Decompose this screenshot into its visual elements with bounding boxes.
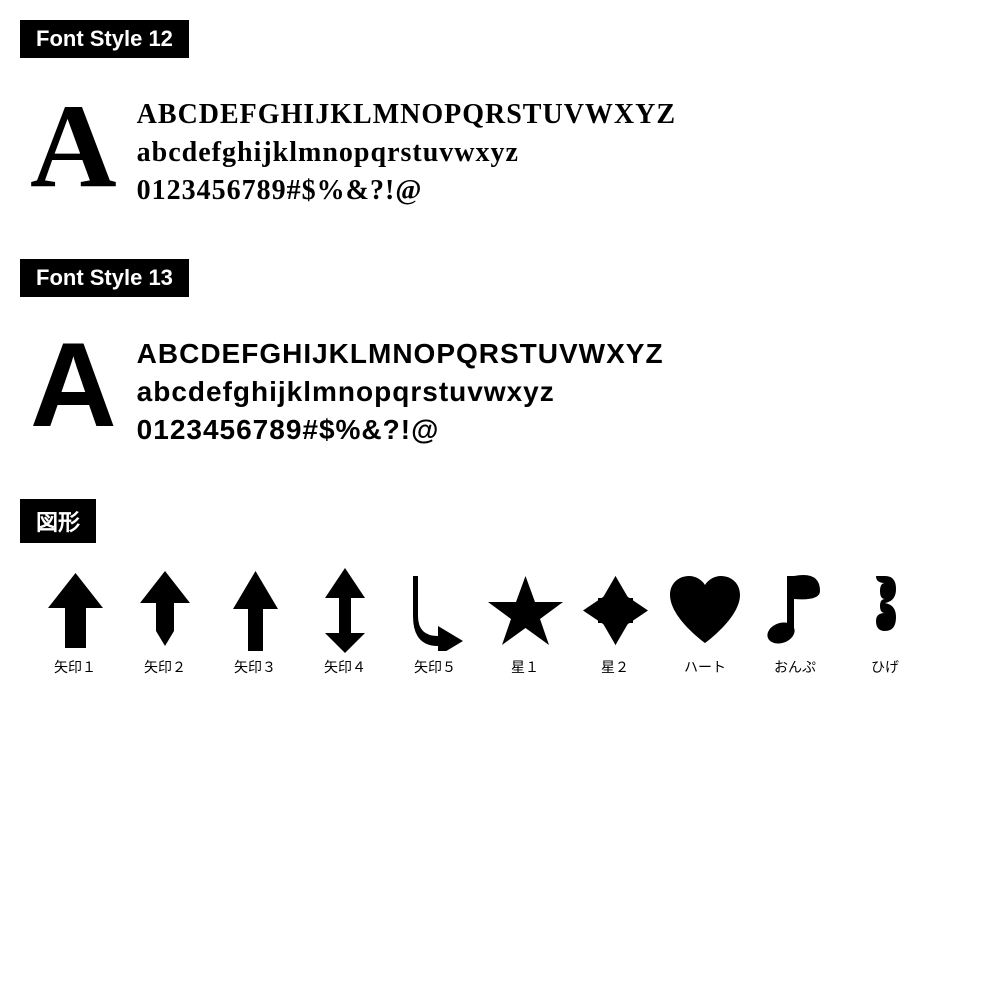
shape-note: おんぷ <box>750 571 840 677</box>
font-style-13-line-1: ABCDEFGHIJKLMNOPQRSTUVWXYZ <box>137 335 664 373</box>
shape-arrow3: 矢印３ <box>210 571 300 677</box>
mustache-label: ひげ <box>871 657 899 677</box>
shapes-header: 図形 <box>20 499 96 543</box>
heart-label: ハート <box>684 657 726 677</box>
mustache-icon <box>868 571 903 651</box>
arrow1-label: 矢印１ <box>54 657 96 677</box>
arrow5-icon <box>408 571 463 651</box>
font-style-13-big-letter: A <box>30 325 117 445</box>
arrow3-icon <box>233 571 278 651</box>
shape-arrow1: 矢印１ <box>30 571 120 677</box>
arrow4-label: 矢印４ <box>324 657 366 677</box>
arrow4-icon <box>325 571 365 651</box>
font-style-13-section: Font Style 13 A ABCDEFGHIJKLMNOPQRSTUVWX… <box>20 259 980 468</box>
shape-arrow2: 矢印２ <box>120 571 210 677</box>
font-style-12-section: Font Style 12 A ABCDEFGHIJKLMNOPQRSTUVWX… <box>20 20 980 229</box>
font-style-13-demo: A ABCDEFGHIJKLMNOPQRSTUVWXYZ abcdefghijk… <box>20 315 980 468</box>
font-style-12-big-letter: A <box>30 86 117 206</box>
font-style-12-header: Font Style 12 <box>20 20 189 58</box>
arrow3-label: 矢印３ <box>234 657 276 677</box>
arrow2-label: 矢印２ <box>144 657 186 677</box>
heart-icon <box>665 571 745 651</box>
font-style-13-char-lines: ABCDEFGHIJKLMNOPQRSTUVWXYZ abcdefghijklm… <box>137 325 664 448</box>
arrow5-label: 矢印５ <box>414 657 456 677</box>
star1-icon <box>488 571 563 651</box>
shape-arrow4: 矢印４ <box>300 571 390 677</box>
font-style-12-line-1: ABCDEFGHIJKLMNOPQRSTUVWXYZ <box>137 96 676 134</box>
note-label: おんぷ <box>774 657 816 677</box>
arrow2-icon <box>140 571 190 651</box>
shape-star1: 星１ <box>480 571 570 677</box>
font-style-13-line-3: 0123456789#$%&?!@ <box>137 411 664 449</box>
note-icon <box>765 571 825 651</box>
font-style-12-demo: A ABCDEFGHIJKLMNOPQRSTUVWXYZ abcdefghijk… <box>20 76 980 229</box>
star1-label: 星１ <box>511 657 539 677</box>
shape-arrow5: 矢印５ <box>390 571 480 677</box>
font-style-12-char-lines: ABCDEFGHIJKLMNOPQRSTUVWXYZ abcdefghijklm… <box>137 86 676 209</box>
font-style-13-line-2: abcdefghijklmnopqrstuvwxyz <box>137 373 664 411</box>
font-style-13-header: Font Style 13 <box>20 259 189 297</box>
star2-label: 星２ <box>601 657 629 677</box>
arrow1-icon <box>48 571 103 651</box>
shape-mustache: ひげ <box>840 571 930 677</box>
star2-icon <box>578 571 653 651</box>
shape-star2: 星２ <box>570 571 660 677</box>
font-style-12-line-2: abcdefghijklmnopqrstuvwxyz <box>137 134 676 172</box>
shape-heart: ハート <box>660 571 750 677</box>
font-style-12-line-3: 0123456789#$%&?!@ <box>137 172 676 210</box>
shapes-section: 図形 矢印１ 矢印２ <box>20 499 980 677</box>
shapes-row: 矢印１ 矢印２ 矢印３ <box>20 561 980 677</box>
